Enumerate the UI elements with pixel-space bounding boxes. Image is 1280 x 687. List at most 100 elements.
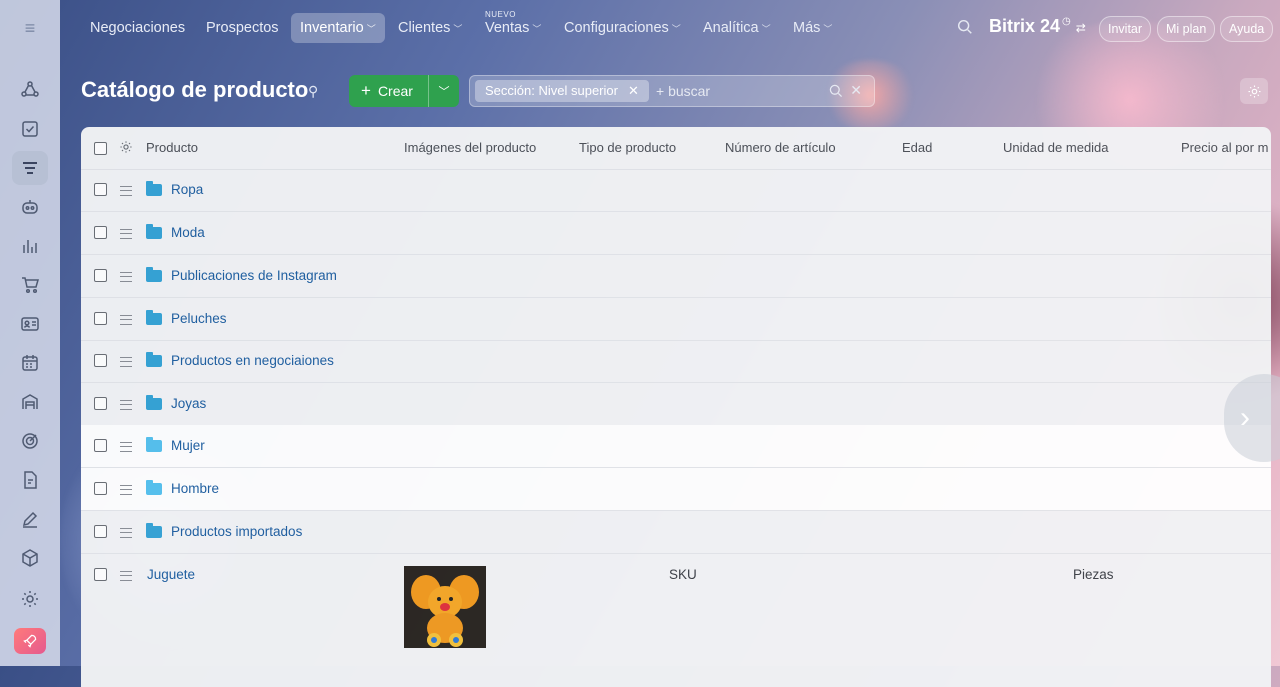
top-navigation: Negociaciones Prospectos Inventario ﹀ Cli… [60,0,1280,56]
chevron-down-icon: ﹀ [453,24,463,34]
row-name-link[interactable]: Juguete [147,554,195,596]
invite-button[interactable]: Invitar [1099,16,1152,42]
row-name-link[interactable]: Productos en negociaiones [171,340,334,382]
product-table: Producto Imágenes del producto Tipo de p… [81,127,1271,687]
table-row[interactable]: Juguete SKU Piezas [81,554,1271,664]
menu-icon[interactable]: ≡ [19,18,41,38]
row-checkbox[interactable] [94,269,107,282]
chevron-down-icon: ﹀ [671,24,681,34]
contact-card-icon[interactable] [12,307,48,341]
my-plan-button[interactable]: Mi plan [1157,16,1216,42]
table-row[interactable]: Ropa [81,169,1271,212]
drag-handle-icon[interactable] [120,528,132,538]
nav-mas[interactable]: Más ﹀ [784,13,841,43]
drag-handle-icon[interactable] [120,442,132,452]
gear-icon[interactable] [119,140,133,159]
column-precio[interactable]: Precio al por m [1181,127,1268,169]
chevron-down-icon: ﹀ [532,24,542,34]
search-icon[interactable] [828,83,844,99]
search-icon[interactable] [956,18,976,38]
warehouse-icon[interactable] [12,385,48,419]
target-icon[interactable] [12,424,48,458]
column-unidad[interactable]: Unidad de medida [1003,127,1109,169]
row-checkbox[interactable] [94,482,107,495]
drag-handle-icon[interactable] [120,571,132,581]
table-row[interactable]: Moda [81,212,1271,255]
table-row[interactable]: Productos importados [81,511,1271,554]
row-checkbox[interactable] [94,226,107,239]
row-name-link[interactable]: Publicaciones de Instagram [171,255,337,297]
column-producto[interactable]: Producto [146,127,198,169]
row-name-link[interactable]: Ropa [171,169,203,211]
table-row[interactable]: Joyas [81,383,1271,426]
filter-search-bar[interactable]: Sección: Nivel superior ✕ + buscar ✕ [469,75,875,107]
rocket-icon[interactable] [14,628,46,654]
chevron-down-icon: ﹀ [366,24,376,34]
row-checkbox[interactable] [94,568,107,581]
drag-handle-icon[interactable] [120,315,132,325]
row-name-link[interactable]: Joyas [171,383,206,425]
drag-handle-icon[interactable] [120,186,132,196]
create-main[interactable]: + Crear [349,75,429,107]
box-icon[interactable] [12,541,48,575]
gear-icon[interactable] [1240,78,1268,104]
table-row[interactable]: Mujer [81,425,1271,468]
pin-icon[interactable]: ⚲ [308,83,318,100]
row-name-link[interactable]: Hombre [171,468,219,510]
robot-icon[interactable] [12,190,48,224]
table-row[interactable]: Productos en negociaiones [81,340,1271,383]
filter-tag[interactable]: Sección: Nivel superior ✕ [475,80,649,102]
create-button[interactable]: + Crear ﹀ [349,75,459,107]
row-name-link[interactable]: Moda [171,212,205,254]
select-all-checkbox[interactable] [94,142,107,155]
drag-handle-icon[interactable] [120,357,132,367]
row-checkbox[interactable] [94,354,107,367]
table-row[interactable]: Peluches [81,298,1271,341]
row-checkbox[interactable] [94,312,107,325]
row-checkbox[interactable] [94,183,107,196]
crm-icon[interactable] [12,73,48,107]
nav-negociaciones[interactable]: Negociaciones [81,13,194,43]
analytics-icon[interactable] [12,229,48,263]
search-input[interactable]: + buscar [656,76,710,106]
drag-handle-icon[interactable] [120,229,132,239]
nav-clientes[interactable]: Clientes ﹀ [389,13,471,43]
nav-prospectos[interactable]: Prospectos [197,13,288,43]
drag-handle-icon[interactable] [120,485,132,495]
table-header: Producto Imágenes del producto Tipo de p… [81,127,1271,170]
row-name-link[interactable]: Productos importados [171,511,302,553]
folder-icon [146,480,162,495]
table-row[interactable]: Hombre [81,468,1271,511]
nav-inventario[interactable]: Inventario ﹀ [291,13,385,43]
row-checkbox[interactable] [94,397,107,410]
brand-logo[interactable]: Bitrix 24 ◷ ⇄ [989,16,1086,37]
settings-icon[interactable] [12,582,48,616]
nav-analitica[interactable]: Analítica ﹀ [694,13,780,43]
column-imagenes[interactable]: Imágenes del producto [404,127,536,169]
row-name-link[interactable]: Peluches [171,298,227,340]
row-checkbox[interactable] [94,525,107,538]
close-icon[interactable]: ✕ [628,83,639,98]
folder-icon [146,267,162,282]
cart-icon[interactable] [12,268,48,302]
clear-icon[interactable]: ✕ [850,82,862,99]
inventory-icon[interactable] [12,151,48,185]
help-button[interactable]: Ayuda [1220,16,1274,42]
table-row[interactable]: Publicaciones de Instagram [81,255,1271,298]
product-image[interactable] [404,566,486,648]
row-name-link[interactable]: Mujer [171,425,205,467]
nav-ventas[interactable]: Ventas ﹀ [476,13,550,43]
document-sign-icon[interactable] [12,463,48,497]
column-edad[interactable]: Edad [902,127,932,169]
column-numero-articulo[interactable]: Número de artículo [725,127,836,169]
calendar-icon[interactable] [12,346,48,380]
nav-configuraciones[interactable]: Configuraciones ﹀ [555,13,690,43]
row-checkbox[interactable] [94,439,107,452]
pen-icon[interactable] [12,502,48,536]
drag-handle-icon[interactable] [120,400,132,410]
chevron-down-icon[interactable]: ﹀ [429,75,459,107]
tasks-icon[interactable] [12,112,48,146]
page-title: Catálogo de producto [81,77,309,102]
drag-handle-icon[interactable] [120,272,132,282]
column-tipo[interactable]: Tipo de producto [579,127,676,169]
